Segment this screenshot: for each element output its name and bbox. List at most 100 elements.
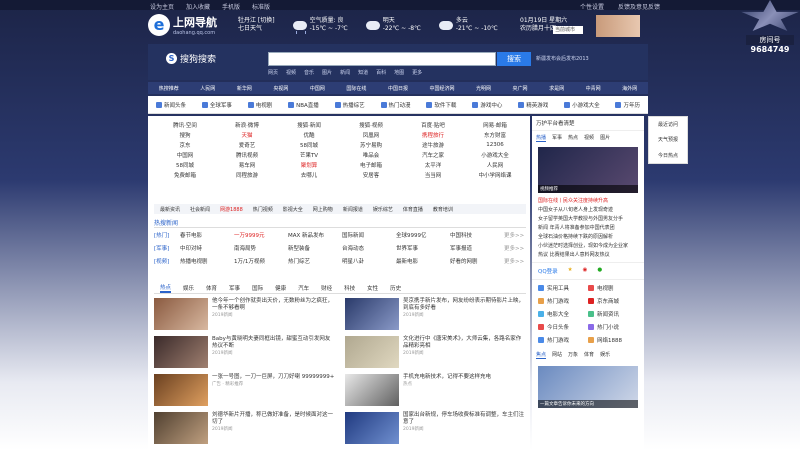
more-link[interactable]: 更多>> <box>504 244 526 252</box>
tool-item[interactable]: 网络1888 <box>588 336 638 344</box>
category-software[interactable]: 软件下载 <box>426 101 456 109</box>
nav-link[interactable]: 央广网 <box>513 85 528 92</box>
site-link[interactable]: 中小学网络课 <box>464 171 526 179</box>
promo-avatar-image[interactable] <box>596 15 640 37</box>
site-link[interactable]: 小游戏大全 <box>464 151 526 159</box>
hot-link[interactable]: 春节电影 <box>180 231 234 239</box>
hot-link[interactable]: 一万9999元 <box>234 231 288 239</box>
sidebar-tab-active[interactable]: 热播 <box>536 134 547 142</box>
site-link[interactable]: 安居客 <box>340 171 402 179</box>
hot-link[interactable]: 世界军事 <box>396 244 450 252</box>
hot-link[interactable]: 台海动态 <box>342 244 396 252</box>
site-link[interactable]: 58同城 <box>278 141 340 149</box>
search-tab[interactable]: 百科 <box>376 69 386 76</box>
weibo-icon[interactable]: ◉ <box>583 267 588 275</box>
news-thumbnail[interactable] <box>345 412 399 444</box>
site-link[interactable]: 芒果TV <box>278 151 340 159</box>
search-input[interactable] <box>268 52 496 66</box>
search-tab[interactable]: 音乐 <box>304 69 314 76</box>
category-bar-link[interactable]: 影视大全 <box>283 206 303 213</box>
category-variety[interactable]: 热播综艺 <box>334 101 365 109</box>
category-military[interactable]: 全球军事 <box>201 101 232 109</box>
category-bar-link[interactable]: 最新资讯 <box>160 206 180 213</box>
news-tab[interactable]: 女性 <box>367 284 378 292</box>
nav-link[interactable]: 中国日报 <box>388 85 408 92</box>
category-bar-link[interactable]: 网游1888 <box>220 206 243 213</box>
news-tab[interactable]: 军事 <box>229 284 240 292</box>
news-item[interactable]: 文化进行中《唐宋美术》，大师云集，各路名家作品精彩亮相 2019新闻 <box>345 336 526 370</box>
site-link[interactable]: 东方财富 <box>464 131 526 139</box>
category-bar-link[interactable]: 社会新闻 <box>190 206 210 213</box>
tool-item[interactable]: 实用工具 <box>538 284 588 292</box>
site-link[interactable]: 太平洋 <box>402 161 464 169</box>
standard-link[interactable]: 标准版 <box>252 2 270 11</box>
category-nba[interactable]: NBA直播 <box>288 101 319 109</box>
site-link[interactable]: 网易·邮箱 <box>464 121 526 129</box>
news-tab[interactable]: 历史 <box>390 284 401 292</box>
site-link[interactable]: 12306 <box>464 142 526 148</box>
feedback-link[interactable]: 反馈及意见反馈 <box>618 2 660 11</box>
news-tab[interactable]: 财经 <box>321 284 332 292</box>
wechat-icon[interactable]: ● <box>597 267 602 275</box>
site-link[interactable]: 去哪儿 <box>278 171 340 179</box>
news-item[interactable]: Baby与黄晓明夫妻同框出镜，甜蜜互动引发网友热议不断 2019新闻 <box>154 336 335 370</box>
search-tab[interactable]: 更多 <box>412 69 422 76</box>
mobile-link[interactable]: 手机版 <box>222 2 240 11</box>
weather-forecast-button[interactable]: 天气预报 <box>658 136 678 143</box>
star-icon[interactable]: ★ <box>568 267 573 275</box>
news-title[interactable]: 刘德华新片开播，称已做好准备，是时候面对这一切了 <box>212 412 335 426</box>
settings-link[interactable]: 个性设置 <box>580 2 604 11</box>
sidebar-tab-active[interactable]: 焦点 <box>536 351 547 359</box>
sidebar-news-item[interactable]: 小伙迷茫时选择创业，现如今成为企业家 <box>538 242 638 251</box>
site-link[interactable]: 搜狗 <box>154 131 216 139</box>
search-brand[interactable]: S 搜狗搜索 <box>166 52 216 65</box>
site-link[interactable]: 当当网 <box>402 171 464 179</box>
nav-link[interactable]: 国际在线 <box>346 85 366 92</box>
search-hot-link[interactable]: 新疆发布会后发布2013 <box>536 55 589 62</box>
search-tab[interactable]: 图片 <box>322 69 332 76</box>
news-title[interactable]: 国家出台新规，停车场收费标准有调整，车主们注意了 <box>403 412 526 426</box>
nav-link[interactable]: 中国经济网 <box>429 85 454 92</box>
sidebar-tab[interactable]: 娱乐 <box>600 351 610 359</box>
news-item[interactable]: 吴京携手新片发布，网友纷纷表示期待影片上映，到底有多好看 2019新闻 <box>345 298 526 332</box>
hot-link[interactable]: 军事报道 <box>450 244 504 252</box>
nav-link[interactable]: 人民网 <box>200 85 215 92</box>
more-link[interactable]: 更多>> <box>504 231 526 239</box>
forecast-label[interactable]: 七日天气 <box>238 25 275 33</box>
news-tab[interactable]: 国际 <box>252 284 263 292</box>
hot-link[interactable]: 新型装备 <box>288 244 342 252</box>
site-link[interactable]: 腾讯视频 <box>216 151 278 159</box>
news-title[interactable]: Baby与黄晓明夫妻同框出镜，甜蜜互动引发网友热议不断 <box>212 336 335 350</box>
tool-item[interactable]: 电影大全 <box>538 310 588 318</box>
news-tab-active[interactable]: 热点 <box>160 283 172 293</box>
site-link[interactable]: 腾讯·空间 <box>154 121 216 129</box>
news-item[interactable]: 刘德华新片开播，称已做好准备，是时候面对这一切了 2019新闻 <box>154 412 335 446</box>
news-tab[interactable]: 汽车 <box>298 284 309 292</box>
news-thumbnail[interactable] <box>345 336 399 368</box>
tool-item[interactable]: 热门游戏 <box>538 336 588 344</box>
site-link[interactable]: 途牛旅游 <box>402 141 464 149</box>
hot-tag[interactable]: [军事] <box>154 244 180 252</box>
hot-link[interactable]: 好看的网剧 <box>450 257 504 265</box>
featured-caption[interactable]: 视频推荐 <box>538 185 638 193</box>
sidebar-news-item[interactable]: 中国女子从八旬老人身上发现奇迹 <box>538 206 638 215</box>
news-thumbnail[interactable] <box>154 412 208 444</box>
sidebar-news-item[interactable]: 全球石油价格持续下跌的原因解析 <box>538 233 638 242</box>
site-link[interactable]: 爱奇艺 <box>216 141 278 149</box>
news-tab[interactable]: 娱乐 <box>183 284 194 292</box>
site-link[interactable]: 电子邮箱 <box>340 161 402 169</box>
sidebar-tab[interactable]: 体育 <box>584 351 594 359</box>
news-title[interactable]: 他今年一个创作就卖出天价，无数粉丝为之疯狂，一条不够看啊 <box>212 298 335 312</box>
news-thumbnail[interactable] <box>154 374 208 406</box>
sidebar-news-item[interactable]: 新闻 年青人将准备参加中国代表团 <box>538 224 638 233</box>
set-homepage-link[interactable]: 设为主页 <box>150 2 174 11</box>
hot-link[interactable]: 1万/1万视频 <box>234 257 288 265</box>
news-title[interactable]: 文化进行中《唐宋美术》，大师云集，各路名家作品精彩亮相 <box>403 336 526 350</box>
site-link[interactable]: 搜狐·新闻 <box>278 121 340 129</box>
site-link[interactable]: 58同城 <box>154 161 216 169</box>
search-tab[interactable]: 视频 <box>286 69 296 76</box>
nav-link[interactable]: 海外网 <box>622 85 637 92</box>
hot-news-title[interactable]: 热搜新闻 <box>154 218 526 228</box>
news-thumbnail[interactable] <box>154 298 208 330</box>
tool-item[interactable]: 电视剧 <box>588 284 638 292</box>
